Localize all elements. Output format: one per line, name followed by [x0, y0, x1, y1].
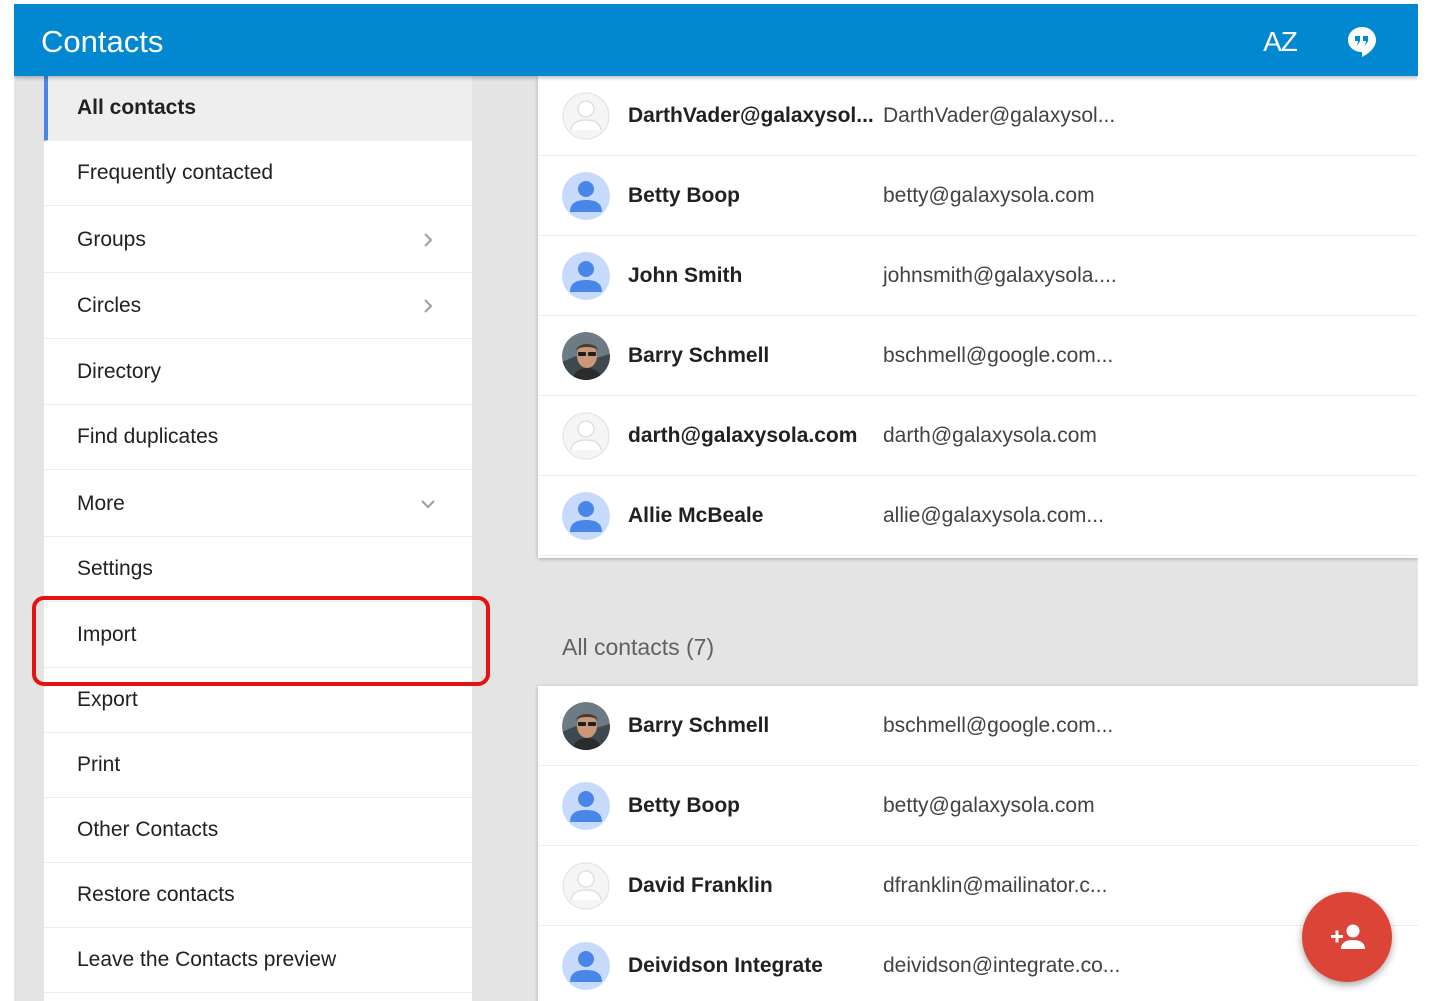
sidebar-item-label: Find duplicates	[77, 425, 219, 448]
contact-row[interactable]: darth@galaxysola.com darth@galaxysola.com	[538, 396, 1418, 476]
contact-email: darth@galaxysola.com	[883, 424, 1097, 447]
sidebar-item-label: All contacts	[77, 96, 197, 119]
sidebar-item-label: Frequently contacted	[77, 161, 274, 184]
sidebar-item-find-duplicates[interactable]: Find duplicates	[44, 405, 472, 470]
sidebar-item-directory[interactable]: Directory	[44, 340, 472, 405]
sidebar-item-label: Print	[77, 753, 121, 776]
sidebar-item-label: Export	[77, 688, 138, 711]
contact-name: Deividson Integrate	[628, 954, 823, 977]
contact-name: darth@galaxysola.com	[628, 424, 858, 447]
sidebar-item-all-contacts[interactable]: All contacts	[44, 76, 472, 141]
all-contacts-heading: All contacts (7)	[562, 634, 715, 660]
contact-name: Barry Schmell	[628, 714, 770, 737]
sidebar-item-other-contacts[interactable]: Other Contacts	[44, 798, 472, 863]
sidebar-item-import[interactable]: Import	[44, 603, 472, 668]
avatar-icon	[562, 172, 610, 220]
contact-name: DarthVader@galaxysol...	[628, 104, 874, 127]
contact-row[interactable]: David Franklin dfranklin@mailinator.c...	[538, 846, 1418, 926]
contact-row[interactable]: Barry Schmell bschmell@google.com...	[538, 316, 1418, 396]
sidebar-item-label: Groups	[77, 228, 146, 251]
sidebar-item-label: Settings	[77, 557, 153, 580]
chevron-right-icon	[424, 299, 433, 313]
avatar-icon	[562, 252, 610, 300]
contact-name: Betty Boop	[628, 794, 740, 817]
feedback-button[interactable]	[1342, 22, 1382, 62]
contact-name: Allie McBeale	[628, 504, 764, 527]
sidebar-item-label: Directory	[77, 360, 162, 383]
contact-email: betty@galaxysola.com	[883, 184, 1095, 207]
sort-az-icon: AZ	[1263, 26, 1298, 57]
avatar-icon	[562, 782, 610, 830]
sidebar-item-more[interactable]: More	[44, 472, 472, 537]
contact-row[interactable]: Deividson Integrate deividson@integrate.c…	[538, 926, 1418, 1001]
sidebar-item-label: Leave the Contacts preview	[77, 948, 337, 971]
feedback-icon	[1348, 27, 1376, 57]
sort-az-button[interactable]: AZ	[1260, 22, 1300, 62]
avatar-icon	[562, 92, 610, 140]
contact-row[interactable]: Allie McBeale allie@galaxysola.com...	[538, 476, 1418, 556]
sidebar-item-label: More	[77, 492, 125, 515]
contact-email: betty@galaxysola.com	[883, 794, 1095, 817]
contact-name: Betty Boop	[628, 184, 740, 207]
contact-email: DarthVader@galaxysol...	[883, 104, 1116, 127]
avatar-photo	[562, 332, 610, 380]
app-header: Contacts AZ	[14, 4, 1418, 76]
contact-row[interactable]: John Smith johnsmith@galaxysola....	[538, 236, 1418, 316]
add-contact-icon	[1331, 924, 1365, 949]
avatar-icon	[562, 862, 610, 910]
contact-email: bschmell@google.com...	[883, 714, 1114, 737]
sidebar-item-leave-preview[interactable]: Leave the Contacts preview	[44, 928, 472, 993]
contacts-app: Contacts AZ All contacts Frequently cont…	[14, 4, 1418, 1001]
sidebar-item-groups[interactable]: Groups	[44, 208, 472, 273]
avatar-icon	[562, 412, 610, 460]
sidebar-item-label: Other Contacts	[77, 818, 219, 841]
sidebar-item-export[interactable]: Export	[44, 668, 472, 733]
chevron-right-icon	[424, 233, 433, 247]
contact-row[interactable]: DarthVader@galaxysol... DarthVader@galaxy…	[538, 76, 1418, 156]
sidebar-item-label: Import	[77, 623, 137, 646]
contact-email: dfranklin@mailinator.c...	[883, 874, 1108, 897]
avatar-icon	[562, 492, 610, 540]
chevron-down-icon	[421, 500, 435, 509]
sidebar-item-label: Restore contacts	[77, 883, 235, 906]
sidebar-item-print[interactable]: Print	[44, 733, 472, 798]
add-contact-button[interactable]	[1302, 892, 1392, 982]
sidebar-item-label: Circles	[77, 294, 142, 317]
contact-row[interactable]: Betty Boop betty@galaxysola.com	[538, 156, 1418, 236]
contact-row[interactable]: Betty Boop betty@galaxysola.com	[538, 766, 1418, 846]
sidebar-item-settings[interactable]: Settings	[44, 537, 472, 602]
contact-email: johnsmith@galaxysola....	[883, 264, 1117, 287]
avatar-photo	[562, 702, 610, 750]
contact-name: David Franklin	[628, 874, 773, 897]
contact-email: deividson@integrate.co...	[883, 954, 1121, 977]
contact-name: Barry Schmell	[628, 344, 770, 367]
sidebar-item-frequently-contacted[interactable]: Frequently contacted	[44, 141, 472, 206]
all-contacts-list: Barry Schmell bschmell@google.com... Betty…	[538, 686, 1418, 1001]
app-title: Contacts	[41, 24, 164, 59]
avatar-icon	[562, 942, 610, 990]
contact-email: bschmell@google.com...	[883, 344, 1114, 367]
contact-name: John Smith	[628, 264, 743, 287]
frequent-contacts-list: DarthVader@galaxysol... DarthVader@galaxy…	[538, 76, 1418, 558]
sidebar-item-restore-contacts[interactable]: Restore contacts	[44, 863, 472, 928]
contact-row[interactable]: Barry Schmell bschmell@google.com...	[538, 686, 1418, 766]
sidebar-item-circles[interactable]: Circles	[44, 274, 472, 339]
sidebar: All contacts Frequently contacted Groups…	[44, 76, 472, 1001]
contact-email: allie@galaxysola.com...	[883, 504, 1104, 527]
